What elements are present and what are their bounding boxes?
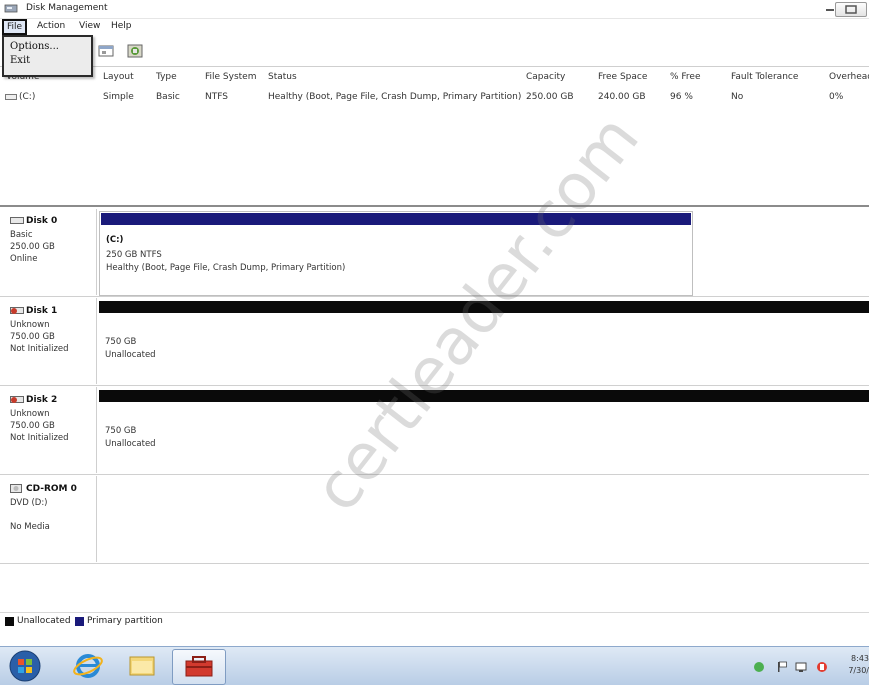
volume-muted-tray-icon[interactable] — [816, 661, 828, 673]
disk-0-status: Online — [10, 254, 38, 264]
legend-unallocated: Unallocated — [17, 616, 71, 626]
disk-row-divider — [0, 474, 869, 475]
display-tray-icon[interactable] — [795, 661, 807, 673]
legend-swatch-unallocated — [5, 617, 14, 626]
taskbar: 8:43 7/30/ — [0, 646, 869, 685]
taskbar-internet-explorer[interactable] — [62, 649, 114, 683]
window-title: Disk Management — [26, 3, 108, 13]
disk-1-unallocated[interactable]: 750 GB Unallocated — [99, 300, 869, 383]
disk-icon — [10, 217, 24, 224]
disk-management-icon — [4, 4, 18, 13]
cell-layout: Simple — [103, 92, 134, 102]
disk-1-status: Not Initialized — [10, 344, 69, 354]
partition-c-status: Healthy (Boot, Page File, Crash Dump, Pr… — [106, 263, 346, 273]
unallocated-bar — [99, 301, 869, 313]
legend-swatch-primary — [75, 617, 84, 626]
cd-drive-icon — [10, 484, 22, 493]
windows-start-icon — [9, 650, 41, 682]
disk-row-divider — [0, 296, 869, 297]
disk-0-size: 250.00 GB — [10, 242, 55, 252]
cell-status: Healthy (Boot, Page File, Crash Dump, Pr… — [268, 92, 522, 102]
column-header-layout[interactable]: Layout — [103, 72, 134, 82]
pane-splitter[interactable] — [0, 205, 869, 207]
cell-free-space: 240.00 GB — [598, 92, 646, 102]
cdrom-0-status: No Media — [10, 522, 50, 532]
disk-1-size: 750.00 GB — [10, 332, 55, 342]
cdrom-0-type: DVD (D:) — [10, 498, 48, 508]
legend: Unallocated Primary partition — [0, 612, 869, 631]
column-header-status[interactable]: Status — [268, 72, 297, 82]
volume-drive-icon — [5, 94, 17, 100]
cell-type: Basic — [156, 92, 180, 102]
disk-error-icon — [10, 396, 24, 403]
disk-row-divider — [0, 563, 869, 564]
properties-icon[interactable] — [98, 44, 114, 58]
disk-0-label[interactable]: Disk 0 Basic 250.00 GB Online — [0, 209, 97, 295]
menu-bar: File Action View Help — [0, 19, 869, 35]
cdrom-0-name: CD-ROM 0 — [26, 484, 77, 494]
disk-1-unallocated-status: Unallocated — [105, 350, 156, 360]
cell-capacity: 250.00 GB — [526, 92, 574, 102]
disk-row-divider — [0, 385, 869, 386]
disk-0-type: Basic — [10, 230, 33, 240]
maximize-icon — [845, 5, 857, 14]
toolbox-icon — [185, 656, 213, 677]
cell-volume: (C:) — [19, 92, 36, 102]
column-header-free-space[interactable]: Free Space — [598, 72, 647, 82]
menu-file[interactable]: File — [2, 19, 28, 35]
menu-help[interactable]: Help — [111, 21, 132, 31]
toolbar — [0, 36, 869, 67]
disk-2-unallocated[interactable]: 750 GB Unallocated — [99, 389, 869, 472]
partition-c-size: 250 GB NTFS — [106, 250, 162, 260]
internet-explorer-icon — [73, 654, 103, 678]
column-header-overhead[interactable]: Overhead — [829, 72, 869, 82]
disk-2-name: Disk 2 — [26, 395, 58, 405]
disk-2-status: Not Initialized — [10, 433, 69, 443]
taskbar-explorer[interactable] — [116, 649, 168, 683]
column-header-capacity[interactable]: Capacity — [526, 72, 565, 82]
disk-2-type: Unknown — [10, 409, 50, 419]
system-clock[interactable]: 8:43 7/30/ — [848, 653, 869, 677]
network-tray-icon[interactable] — [753, 661, 765, 673]
volume-list-header: Volume Layout Type File System Status Ca… — [0, 70, 869, 86]
menu-action[interactable]: Action — [37, 21, 65, 31]
taskbar-server-manager[interactable] — [172, 649, 226, 685]
clock-date: 7/30/ — [848, 666, 869, 675]
cell-file-system: NTFS — [205, 92, 228, 102]
disk-error-icon — [10, 307, 24, 314]
column-header-fault-tolerance[interactable]: Fault Tolerance — [731, 72, 798, 82]
menu-view[interactable]: View — [79, 21, 100, 31]
disk-1-name: Disk 1 — [26, 306, 58, 316]
action-center-flag-icon[interactable] — [776, 661, 788, 673]
disk-1-unallocated-size: 750 GB — [105, 337, 137, 347]
unallocated-bar — [99, 390, 869, 402]
disk-2-unallocated-size: 750 GB — [105, 426, 137, 436]
cell-percent-free: 96 % — [670, 92, 693, 102]
column-header-type[interactable]: Type — [156, 72, 177, 82]
disk-2-label[interactable]: Disk 2 Unknown 750.00 GB Not Initialized — [0, 387, 97, 473]
start-button[interactable] — [4, 649, 46, 683]
title-bar: Disk Management — [0, 0, 869, 19]
column-header-file-system[interactable]: File System — [205, 72, 256, 82]
cell-overhead: 0% — [829, 92, 844, 102]
refresh-disks-icon[interactable] — [127, 44, 143, 58]
folder-icon — [129, 656, 155, 676]
disk-0-partition-c[interactable]: (C:) 250 GB NTFS Healthy (Boot, Page Fil… — [99, 211, 693, 296]
legend-primary: Primary partition — [87, 616, 163, 626]
cell-fault-tolerance: No — [731, 92, 744, 102]
column-header-percent-free[interactable]: % Free — [670, 72, 701, 82]
cdrom-0-label[interactable]: CD-ROM 0 DVD (D:) No Media — [0, 476, 97, 562]
partition-c-label: (C:) — [106, 235, 124, 245]
maximize-button[interactable] — [835, 2, 867, 17]
primary-partition-bar — [101, 213, 691, 225]
disk-1-type: Unknown — [10, 320, 50, 330]
menu-item-options[interactable]: Options... — [10, 41, 59, 52]
disk-2-unallocated-status: Unallocated — [105, 439, 156, 449]
disk-2-size: 750.00 GB — [10, 421, 55, 431]
disk-1-label[interactable]: Disk 1 Unknown 750.00 GB Not Initialized — [0, 298, 97, 384]
disk-0-name: Disk 0 — [26, 216, 58, 226]
clock-time: 8:43 — [851, 654, 869, 663]
file-dropdown-menu: Options... Exit — [2, 35, 93, 77]
menu-item-exit[interactable]: Exit — [10, 55, 30, 66]
